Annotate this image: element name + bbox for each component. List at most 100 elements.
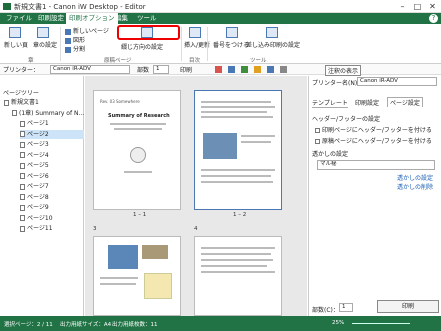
- tree-item[interactable]: ページ3: [20, 140, 84, 149]
- tree-item[interactable]: 新規文書1: [4, 98, 84, 107]
- page-thumbnail-2[interactable]: [194, 90, 282, 210]
- print-button[interactable]: 印刷: [180, 65, 192, 74]
- tree-item[interactable]: ページ4: [20, 151, 84, 160]
- page2-text: [201, 101, 271, 103]
- tab-print-options[interactable]: 印刷オプション: [66, 13, 118, 24]
- minimize-button[interactable]: –: [396, 1, 409, 12]
- title-bar: 新規文書1 - Canon iW Desktop - Editor – □ ✕: [0, 0, 441, 13]
- tree-item-label: ページ4: [27, 151, 49, 159]
- page-view: Rev. 03 Somewhere Summary of Research 1 …: [85, 76, 307, 316]
- undo-icon[interactable]: [228, 66, 235, 73]
- watermark-delete-link[interactable]: 透かしの削除: [397, 182, 433, 191]
- watermark-select[interactable]: マル秘: [317, 160, 435, 170]
- printer-label: プリンター：: [3, 67, 40, 74]
- page1-text: [114, 128, 162, 130]
- checkbox-print-header-footer[interactable]: [315, 128, 320, 133]
- group-label-tools: ツール: [250, 58, 267, 64]
- close-button[interactable]: ✕: [426, 1, 439, 12]
- option-source-header-footer[interactable]: 原稿ページにヘッダー/フッターを付ける: [315, 136, 432, 145]
- tab-print-settings[interactable]: 印刷設定: [35, 13, 67, 24]
- page-thumbnail-3[interactable]: [93, 236, 181, 316]
- figure-icon: [65, 37, 71, 44]
- tree-item[interactable]: ページ7: [20, 182, 84, 191]
- new-page-button[interactable]: 新しい頁: [4, 40, 28, 49]
- tree-item[interactable]: ページ8: [20, 193, 84, 202]
- tree-item[interactable]: ページ2: [20, 129, 84, 139]
- page-icon: [20, 194, 25, 200]
- page3-map: [108, 245, 138, 269]
- copies-input[interactable]: 1: [153, 65, 169, 74]
- tree-item-label: ページ3: [27, 141, 49, 148]
- page-icon: [20, 215, 25, 221]
- insert-toc-icon: [189, 27, 201, 38]
- figure-label: 図形: [73, 37, 86, 44]
- tab-page-setting[interactable]: ページ設定: [387, 97, 423, 107]
- page2-text: [241, 141, 271, 143]
- page-icon: [20, 152, 25, 158]
- new-page-icon: [9, 27, 21, 38]
- tree-item[interactable]: ページ9: [20, 203, 84, 212]
- page-icon: [20, 183, 25, 190]
- printer-select[interactable]: Canon iR-ADV: [50, 65, 130, 74]
- tree-item[interactable]: ページ11: [20, 224, 84, 233]
- page-label: 1 – 2: [233, 212, 247, 218]
- page2-text: [201, 181, 273, 183]
- figure-button[interactable]: 図形: [65, 35, 85, 44]
- page1-header: Rev. 03 Somewhere: [100, 99, 140, 104]
- help-icon[interactable]: ?: [429, 14, 438, 23]
- zoom-slider[interactable]: [352, 323, 410, 324]
- option-print-header-footer[interactable]: 印刷ページにヘッダー/フッターを付ける: [315, 125, 432, 134]
- tab-edit[interactable]: 編集: [112, 13, 131, 24]
- tree-item-label: (1章) Summary of N...: [19, 109, 85, 117]
- rp-copies-input[interactable]: 1: [339, 303, 353, 312]
- page3-photo: [142, 245, 168, 259]
- binding-layout-button[interactable]: 綴じ方向の設定: [121, 42, 163, 51]
- page-thumbnail-1[interactable]: Rev. 03 Somewhere Summary of Research: [93, 90, 181, 210]
- rp-printer-select[interactable]: Canon iR-ADV: [357, 77, 437, 86]
- maximize-button[interactable]: □: [411, 1, 424, 12]
- tree-item-label: ページ9: [27, 204, 49, 211]
- tab-print-setting[interactable]: 印刷設定: [355, 98, 379, 107]
- page-label: 3: [93, 226, 97, 232]
- tab-tools[interactable]: ツール: [134, 13, 160, 24]
- tree-item[interactable]: ページ5: [20, 161, 84, 170]
- page1-text: [124, 171, 152, 173]
- status-paper: 出力用紙サイズ：A4: [60, 322, 112, 328]
- arrow-icon[interactable]: [267, 66, 274, 73]
- page1-heading: Summary of Research: [108, 113, 170, 119]
- tab-template[interactable]: テンプレート: [312, 98, 348, 108]
- separator: [60, 27, 61, 61]
- rp-print-button[interactable]: 印刷: [377, 300, 439, 313]
- highlight-icon[interactable]: [254, 66, 261, 73]
- number-all-button[interactable]: 番号をつける: [213, 40, 249, 49]
- stamp-icon[interactable]: [215, 66, 222, 73]
- tree-item[interactable]: ページ10: [20, 214, 84, 223]
- tree-item-label: ページ7: [27, 183, 49, 190]
- blank-page-button[interactable]: 新しいページ: [65, 26, 109, 35]
- page3-text: [100, 277, 138, 279]
- rp-printer-label: プリンター名(N)：: [312, 80, 364, 87]
- eraser-icon[interactable]: [280, 66, 287, 73]
- checkbox-source-header-footer[interactable]: [315, 139, 320, 144]
- rotate-icon[interactable]: [241, 66, 248, 73]
- page-icon: [20, 204, 25, 211]
- status-bar: 選択ページ：2 / 11 出力用紙サイズ：A4 出力用紙枚数：11 25%: [0, 316, 441, 331]
- show-notes-button[interactable]: 注釈の表示: [325, 65, 362, 76]
- section-setting-icon: [37, 27, 49, 38]
- tree-item[interactable]: ページ1: [20, 119, 84, 128]
- tab-file[interactable]: ファイル: [3, 13, 35, 24]
- tree-item-label: ページ10: [27, 214, 53, 222]
- split-label: 分割: [73, 46, 86, 53]
- option2-label: 原稿ページにヘッダー/フッターを付ける: [322, 138, 432, 145]
- watermark-settings-link[interactable]: 透かしの設定: [397, 173, 433, 182]
- tree-item[interactable]: ページ6: [20, 172, 84, 181]
- tree-item[interactable]: (1章) Summary of N...: [12, 109, 84, 118]
- page-icon: [12, 110, 17, 116]
- section-setting-button[interactable]: 章の設定: [33, 40, 57, 49]
- split-button[interactable]: 分割: [65, 44, 85, 53]
- page2-text: [201, 169, 275, 171]
- number-settings-button[interactable]: 差し込み印刷の設定: [246, 40, 300, 49]
- page-icon: [20, 225, 25, 232]
- page2-photo: [203, 133, 237, 159]
- page-thumbnail-4[interactable]: [194, 236, 282, 316]
